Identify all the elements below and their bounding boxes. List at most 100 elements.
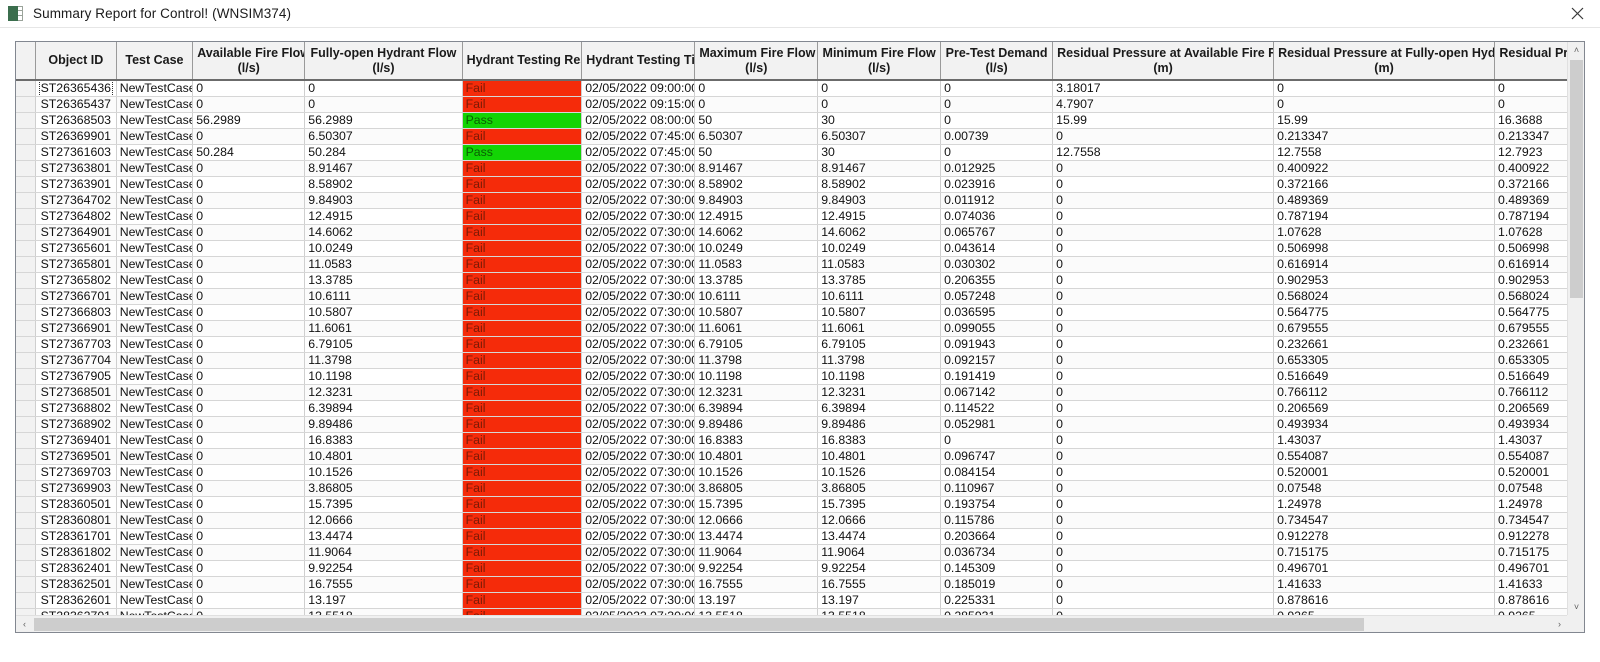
- cell-minimum-fire-flow[interactable]: 10.1198: [817, 368, 942, 385]
- cell-residual-pressure-available[interactable]: 0: [1052, 368, 1275, 385]
- cell-available-fire-flow[interactable]: 0: [192, 464, 306, 481]
- cell-residual-pressure-fully-open[interactable]: 0.616914: [1273, 256, 1495, 273]
- cell-object-id[interactable]: ST27369501: [35, 448, 117, 465]
- cell-residual-pressure-fully-open[interactable]: 12.7558: [1273, 144, 1495, 161]
- cell-test-case[interactable]: NewTestCase5: [116, 256, 194, 273]
- cell-pre-test-demand[interactable]: 0.191419: [940, 368, 1054, 385]
- cell-available-fire-flow[interactable]: 0: [192, 240, 306, 257]
- table-row[interactable]: ST27365801NewTestCase5011.0583Fail02/05/…: [16, 256, 1568, 273]
- cell-hydrant-testing-time[interactable]: 02/05/2022 07:30:00: [581, 528, 696, 545]
- cell-hydrant-testing-result[interactable]: Fail: [462, 384, 583, 401]
- row-selector[interactable]: [16, 432, 36, 449]
- cell-hydrant-testing-time[interactable]: 02/05/2022 07:30:00: [581, 576, 696, 593]
- cell-test-case[interactable]: NewTestCase6: [116, 496, 194, 513]
- cell-maximum-fire-flow[interactable]: 6.50307: [694, 128, 819, 145]
- cell-residual-pressure-available[interactable]: 0: [1052, 208, 1275, 225]
- cell-residual-pressure-available[interactable]: 0: [1052, 192, 1275, 209]
- cell-maximum-fire-flow[interactable]: 13.3785: [694, 272, 819, 289]
- cell-test-case[interactable]: NewTestCase5: [116, 304, 194, 321]
- cell-residual-pressure-available[interactable]: 0: [1052, 304, 1275, 321]
- cell-hydrant-testing-time[interactable]: 02/05/2022 07:30:00: [581, 464, 696, 481]
- cell-minimum-fire-flow[interactable]: 13.3785: [817, 272, 942, 289]
- cell-pre-test-demand[interactable]: 0.057248: [940, 288, 1054, 305]
- cell-hydrant-testing-time[interactable]: 02/05/2022 07:30:00: [581, 240, 696, 257]
- cell-object-id[interactable]: ST27364901: [35, 224, 117, 241]
- cell-residual-pressure-maximum[interactable]: 1.24978: [1494, 496, 1568, 513]
- cell-residual-pressure-available[interactable]: 0: [1052, 592, 1275, 609]
- cell-hydrant-testing-result[interactable]: Fail: [462, 224, 583, 241]
- cell-hydrant-testing-result[interactable]: Fail: [462, 272, 583, 289]
- cell-fully-open-hydrant-flow[interactable]: 9.89486: [304, 416, 463, 433]
- cell-residual-pressure-fully-open[interactable]: 0.213347: [1273, 128, 1495, 145]
- cell-object-id[interactable]: ST27363901: [35, 176, 117, 193]
- table-row[interactable]: ST27364702NewTestCase509.84903Fail02/05/…: [16, 192, 1568, 209]
- cell-fully-open-hydrant-flow[interactable]: 10.0249: [304, 240, 463, 257]
- cell-maximum-fire-flow[interactable]: 11.3798: [694, 352, 819, 369]
- cell-test-case[interactable]: NewTestCase5: [116, 160, 194, 177]
- cell-available-fire-flow[interactable]: 0: [192, 208, 306, 225]
- cell-hydrant-testing-result[interactable]: Fail: [462, 80, 583, 97]
- cell-maximum-fire-flow[interactable]: 16.8383: [694, 432, 819, 449]
- cell-test-case[interactable]: NewTestCase5: [116, 176, 194, 193]
- cell-residual-pressure-fully-open[interactable]: 0.516649: [1273, 368, 1495, 385]
- cell-residual-pressure-available[interactable]: 0: [1052, 432, 1275, 449]
- cell-fully-open-hydrant-flow[interactable]: 13.197: [304, 592, 463, 609]
- cell-object-id[interactable]: ST27366901: [35, 320, 117, 337]
- cell-minimum-fire-flow[interactable]: 6.39894: [817, 400, 942, 417]
- table-row[interactable]: ST27364901NewTestCase5014.6062Fail02/05/…: [16, 224, 1568, 241]
- cell-maximum-fire-flow[interactable]: 0: [694, 96, 819, 113]
- cell-residual-pressure-available[interactable]: 0: [1052, 512, 1275, 529]
- cell-available-fire-flow[interactable]: 0: [192, 448, 306, 465]
- cell-minimum-fire-flow[interactable]: 10.6111: [817, 288, 942, 305]
- cell-hydrant-testing-time[interactable]: 02/05/2022 07:30:00: [581, 384, 696, 401]
- cell-hydrant-testing-time[interactable]: 02/05/2022 07:30:00: [581, 416, 696, 433]
- cell-maximum-fire-flow[interactable]: 14.6062: [694, 224, 819, 241]
- cell-hydrant-testing-time[interactable]: 02/05/2022 07:30:00: [581, 432, 696, 449]
- cell-maximum-fire-flow[interactable]: 10.6111: [694, 288, 819, 305]
- cell-hydrant-testing-result[interactable]: Fail: [462, 256, 583, 273]
- cell-fully-open-hydrant-flow[interactable]: 12.3231: [304, 384, 463, 401]
- cell-residual-pressure-maximum[interactable]: 1.43037: [1494, 432, 1568, 449]
- cell-hydrant-testing-result[interactable]: Fail: [462, 400, 583, 417]
- cell-available-fire-flow[interactable]: 50.284: [192, 144, 306, 161]
- cell-residual-pressure-fully-open[interactable]: 0: [1273, 96, 1495, 113]
- cell-fully-open-hydrant-flow[interactable]: 56.2989: [304, 112, 463, 129]
- cell-available-fire-flow[interactable]: 0: [192, 128, 306, 145]
- cell-residual-pressure-available[interactable]: 0: [1052, 128, 1275, 145]
- cell-object-id[interactable]: ST27367703: [35, 336, 117, 353]
- cell-test-case[interactable]: NewTestCase6: [116, 528, 194, 545]
- cell-hydrant-testing-time[interactable]: 02/05/2022 07:45:00: [581, 144, 696, 161]
- cell-pre-test-demand[interactable]: 0.065767: [940, 224, 1054, 241]
- cell-hydrant-testing-result[interactable]: Fail: [462, 464, 583, 481]
- cell-maximum-fire-flow[interactable]: 12.0666: [694, 512, 819, 529]
- row-selector[interactable]: [16, 192, 36, 209]
- cell-residual-pressure-maximum[interactable]: 1.41633: [1494, 576, 1568, 593]
- cell-object-id[interactable]: ST27367905: [35, 368, 117, 385]
- cell-fully-open-hydrant-flow[interactable]: 11.3798: [304, 352, 463, 369]
- close-icon[interactable]: [1555, 0, 1600, 27]
- cell-test-case[interactable]: NewTestCase6: [116, 544, 194, 561]
- cell-residual-pressure-available[interactable]: 12.7558: [1052, 144, 1275, 161]
- column-header-pre-test-demand[interactable]: Pre-Test Demand (l/s): [940, 42, 1054, 81]
- table-row[interactable]: ST27366803NewTestCase5010.5807Fail02/05/…: [16, 304, 1568, 321]
- cell-residual-pressure-available[interactable]: 0: [1052, 496, 1275, 513]
- column-header-maximum-fire-flow[interactable]: Maximum Fire Flow (l/s): [694, 42, 819, 81]
- column-header-hydrant-testing-time[interactable]: Hydrant Testing Time: [581, 42, 696, 81]
- table-row[interactable]: ST27368501NewTestCase5012.3231Fail02/05/…: [16, 384, 1568, 401]
- cell-object-id[interactable]: ST27364802: [35, 208, 117, 225]
- cell-residual-pressure-maximum[interactable]: 0.715175: [1494, 544, 1568, 561]
- cell-hydrant-testing-result[interactable]: Fail: [462, 352, 583, 369]
- cell-residual-pressure-maximum[interactable]: 0.213347: [1494, 128, 1568, 145]
- cell-object-id[interactable]: ST27364702: [35, 192, 117, 209]
- cell-hydrant-testing-result[interactable]: Fail: [462, 160, 583, 177]
- cell-hydrant-testing-time[interactable]: 02/05/2022 07:30:00: [581, 400, 696, 417]
- cell-fully-open-hydrant-flow[interactable]: 0: [304, 80, 463, 97]
- cell-hydrant-testing-time[interactable]: 02/05/2022 07:30:00: [581, 544, 696, 561]
- cell-available-fire-flow[interactable]: 0: [192, 96, 306, 113]
- cell-object-id[interactable]: ST28362401: [35, 560, 117, 577]
- cell-available-fire-flow[interactable]: 0: [192, 528, 306, 545]
- table-row[interactable]: ST27361603NewTestCase450.28450.284Pass02…: [16, 144, 1568, 161]
- cell-residual-pressure-fully-open[interactable]: 0.787194: [1273, 208, 1495, 225]
- column-header-residual-pressure-maximum-fire-flow[interactable]: Residual Pressure at Maximum Fire (m): [1494, 42, 1568, 81]
- cell-fully-open-hydrant-flow[interactable]: 50.284: [304, 144, 463, 161]
